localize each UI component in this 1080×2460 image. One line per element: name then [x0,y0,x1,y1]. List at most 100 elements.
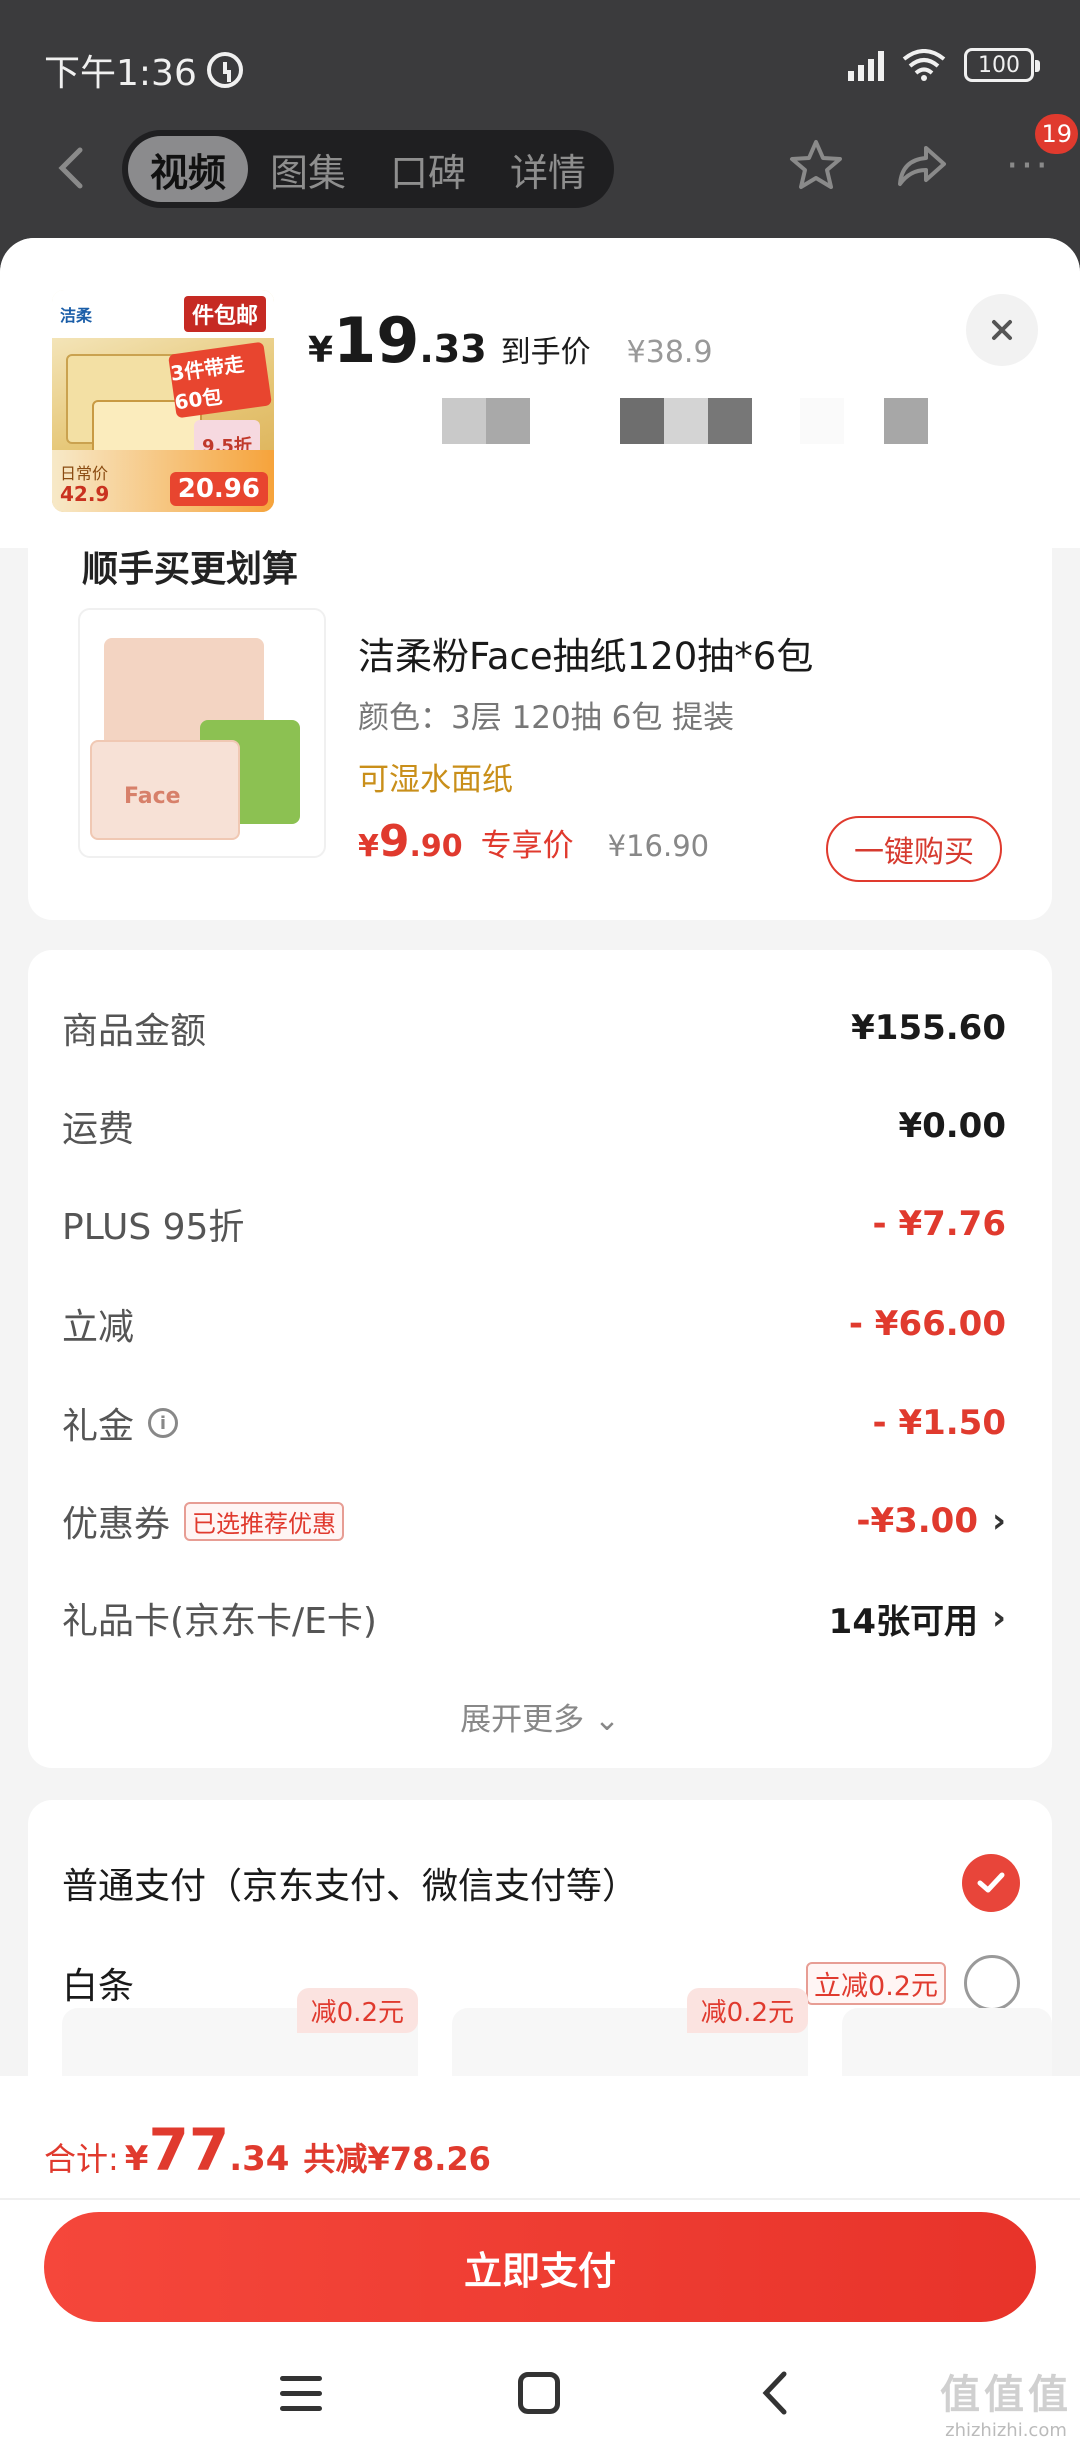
thumb-tag: 件包邮 [183,296,266,332]
summary-label: 立减 [62,1307,135,1348]
info-icon[interactable]: i [148,1408,179,1438]
summary-value: - ¥1.50 [872,1403,1007,1443]
wifi-icon [902,49,946,81]
watermark-top: 值值值 [940,2372,1072,2418]
tab-reviews[interactable]: 口碑 [368,136,488,202]
chevron-right-icon: › [991,1501,1006,1541]
summary-value: ¥0.00 [898,1106,1006,1146]
summary-label: 礼金 [62,1406,135,1447]
summary-label: PLUS 95折 [62,1207,245,1248]
thumb-top-bar: 洁柔 件包邮 [52,290,274,338]
more-menu[interactable]: ··· 19 [998,114,1078,196]
system-back-icon[interactable] [756,2368,796,2418]
total-label: 合计: [44,2140,119,2178]
summary-row-coupon[interactable]: 优惠券 已选推荐优惠 -¥3.00 › [62,1491,1006,1551]
payment-option-label: 普通支付（京东支付、微信支付等） [62,1866,639,1907]
chevron-down-icon: ⌄ [593,1702,620,1738]
recommend-product-name[interactable]: 洁柔粉Face抽纸120抽*6包 [358,626,813,680]
tab-details[interactable]: 详情 [488,136,608,202]
status-bar: 下午1:36 100 [0,0,1080,130]
recommend-price: ¥ 9 .90 专享价 ¥16.90 [358,816,709,867]
one-click-buy-button[interactable]: 一键购买 [826,816,1002,882]
expand-more-button[interactable]: 展开更多 ⌄ [28,1694,1052,1739]
original-price: ¥38.9 [626,335,713,370]
thumb-promo: 3件带走60包 [168,341,272,419]
watermark: 值值值 zhizhizhi.com [940,2362,1072,2441]
recommend-product-feature: 可湿水面纸 [358,762,513,798]
total-decimal: .34 [229,2139,290,2179]
recommend-price-label: 专享价 [480,828,574,864]
summary-row-shipping: 运费 ¥0.00 [62,1096,1006,1156]
summary-row-plus: PLUS 95折 - ¥7.76 [62,1194,1006,1254]
summary-value-wrap: 14张可用 › [829,1594,1006,1643]
plan-discount-tag: 减0.2元 [686,1988,808,2033]
thumb-plus-price: 20.96 [169,472,268,506]
back-arrow-icon[interactable] [52,144,92,192]
price-label: 到手价 [500,335,591,370]
summary-label: 礼品卡(京东卡/E卡) [62,1601,377,1642]
blurred-spec-1 [442,398,530,444]
summary-row-instant-discount: 立减 - ¥66.00 [62,1294,1006,1354]
summary-row-goods: 商品金额 ¥155.60 [62,998,1006,1058]
order-total: 合计: ¥ 77 .34 共减¥78.26 [44,2116,491,2184]
media-tabs: 视频 图集 口碑 详情 [122,130,614,208]
checkout-bottom-bar: 合计: ¥ 77 .34 共减¥78.26 立即支付 [0,2076,1080,2460]
summary-label-wrap: 礼金 i [62,1397,179,1449]
recommend-product-spec: 颜色：3层 120抽 6包 提装 [358,700,735,736]
clock-text: 下午1:36 [44,53,197,94]
recommend-product-image[interactable]: Face [78,608,326,858]
summary-row-gift-card[interactable]: 礼品卡(京东卡/E卡) 14张可用 › [62,1588,1006,1648]
tab-gallery[interactable]: 图集 [248,136,368,202]
recommend-original-price: ¥16.90 [607,829,710,863]
tab-video[interactable]: 视频 [128,136,248,202]
signal-icon [848,49,884,81]
menu-icon[interactable] [280,2376,322,2412]
total-integer: 77 [148,2116,230,2184]
image-face-label: Face [124,784,181,809]
summary-value-wrap: -¥3.00 › [856,1501,1006,1541]
thumb-daily-label: 日常价 [60,464,109,483]
share-icon[interactable] [892,136,952,196]
summary-label-wrap: 优惠券 已选推荐优惠 [62,1495,345,1547]
battery-icon: 100 [964,48,1040,82]
thumb-daily-value: 42.9 [60,482,110,506]
notification-badge: 19 [1035,114,1078,154]
home-icon[interactable] [518,2372,560,2414]
watermark-url: zhizhizhi.com [945,2420,1067,2441]
close-button[interactable] [966,294,1038,366]
price-decimal: .33 [419,327,487,371]
sheet-header: 洁柔 件包邮 3件带走60包 9.5折 日常价 42.9 20.96 ¥ 19 … [0,238,1080,548]
summary-row-gift-money: 礼金 i - ¥1.50 [62,1393,1006,1453]
divider [0,2198,1080,2200]
summary-label: 优惠券 [62,1504,171,1545]
price-symbol: ¥ [308,330,334,371]
total-saved: 共减¥78.26 [303,2140,491,2178]
star-icon[interactable] [786,136,846,196]
final-price: ¥ 19 .33 到手价 ¥38.9 [308,304,713,377]
recommend-price-symbol: ¥ [358,829,379,864]
payment-option-baitiao[interactable]: 白条 立减0.2元 [62,1950,1020,2016]
baitiao-right: 立减0.2元 [806,1955,1020,2011]
status-icons: 100 [848,48,1040,82]
price-integer: 19 [333,304,420,377]
total-symbol: ¥ [124,2139,149,2179]
top-nav: 视频 图集 口碑 详情 ··· 19 [0,114,1080,208]
summary-label: 商品金额 [62,1011,207,1052]
battery-level: 100 [978,52,1020,78]
blurred-spec-4 [884,398,928,444]
status-time: 下午1:36 [44,44,243,96]
check-icon [977,1872,1005,1893]
unchecked-radio-icon[interactable] [964,1955,1020,2011]
blurred-spec-3 [800,398,844,444]
summary-value: - ¥66.00 [848,1304,1006,1344]
pay-now-button[interactable]: 立即支付 [44,2212,1036,2322]
expand-more-label: 展开更多 [460,1702,585,1738]
product-thumbnail: 洁柔 件包邮 3件带走60包 9.5折 日常价 42.9 20.96 [52,290,274,512]
baitiao-discount-badge: 立减0.2元 [806,1961,946,2005]
summary-value: ¥155.60 [851,1008,1006,1048]
checked-radio-icon[interactable] [962,1854,1020,1912]
price-summary-card: 商品金额 ¥155.60 运费 ¥0.00 PLUS 95折 - ¥7.76 立… [28,950,1052,1768]
payment-option-normal[interactable]: 普通支付（京东支付、微信支付等） [62,1850,1020,1916]
chevron-right-icon: › [991,1598,1006,1638]
recommend-price-decimal: .90 [409,829,463,864]
